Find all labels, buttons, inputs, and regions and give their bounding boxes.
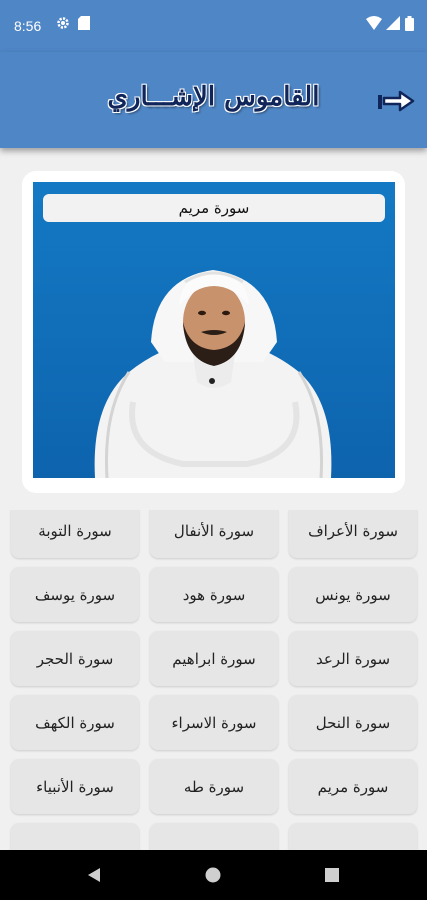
surah-tile[interactable]: سورة ابراهيم — [150, 631, 278, 686]
surah-tile[interactable]: سورة الأنفال — [150, 510, 278, 558]
surah-tile[interactable]: سورة هود — [150, 567, 278, 622]
surah-tile[interactable]: سورة الحجر — [11, 631, 139, 686]
surah-tile[interactable]: سورة التوبة — [11, 510, 139, 558]
system-nav-bar — [0, 850, 427, 900]
gear-icon — [57, 17, 69, 29]
surah-tile[interactable]: سورة الرعد — [289, 631, 417, 686]
surah-tile[interactable]: سورة الأعراف — [289, 510, 417, 558]
surah-tile[interactable]: سورة الاسراء — [150, 695, 278, 750]
surah-tile[interactable]: سورة يونس — [289, 567, 417, 622]
surah-tile[interactable]: سورة الكهف — [11, 695, 139, 750]
surah-grid: سورة الأعراف سورة الأنفال سورة التوبة سو… — [0, 510, 427, 850]
video-card: سورة مريم — [22, 171, 405, 493]
exit-arrow-icon[interactable] — [376, 88, 416, 114]
sd-card-icon — [78, 16, 90, 30]
surah-tile[interactable]: سورة مريم — [289, 759, 417, 814]
surah-tile[interactable] — [289, 823, 417, 850]
page-title: القاموس الإشـــاري — [107, 82, 320, 112]
battery-icon — [405, 16, 414, 31]
app-header: القاموس الإشـــاري — [0, 52, 427, 148]
sign-video-player[interactable]: سورة مريم — [33, 182, 395, 478]
status-bar: 8:56 — [0, 0, 427, 52]
home-icon[interactable] — [205, 867, 221, 883]
presenter-image — [94, 270, 332, 478]
recents-icon[interactable] — [324, 867, 340, 883]
surah-tile[interactable] — [11, 823, 139, 850]
surah-tile[interactable]: سورة الأنبياء — [11, 759, 139, 814]
wifi-icon — [366, 16, 382, 30]
surah-tile[interactable] — [150, 823, 278, 850]
surah-tile[interactable]: سورة يوسف — [11, 567, 139, 622]
back-icon[interactable] — [86, 867, 102, 883]
surah-tile[interactable]: سورة النحل — [289, 695, 417, 750]
surah-tile[interactable]: سورة طه — [150, 759, 278, 814]
signal-icon — [386, 16, 400, 30]
status-time: 8:56 — [14, 18, 42, 34]
